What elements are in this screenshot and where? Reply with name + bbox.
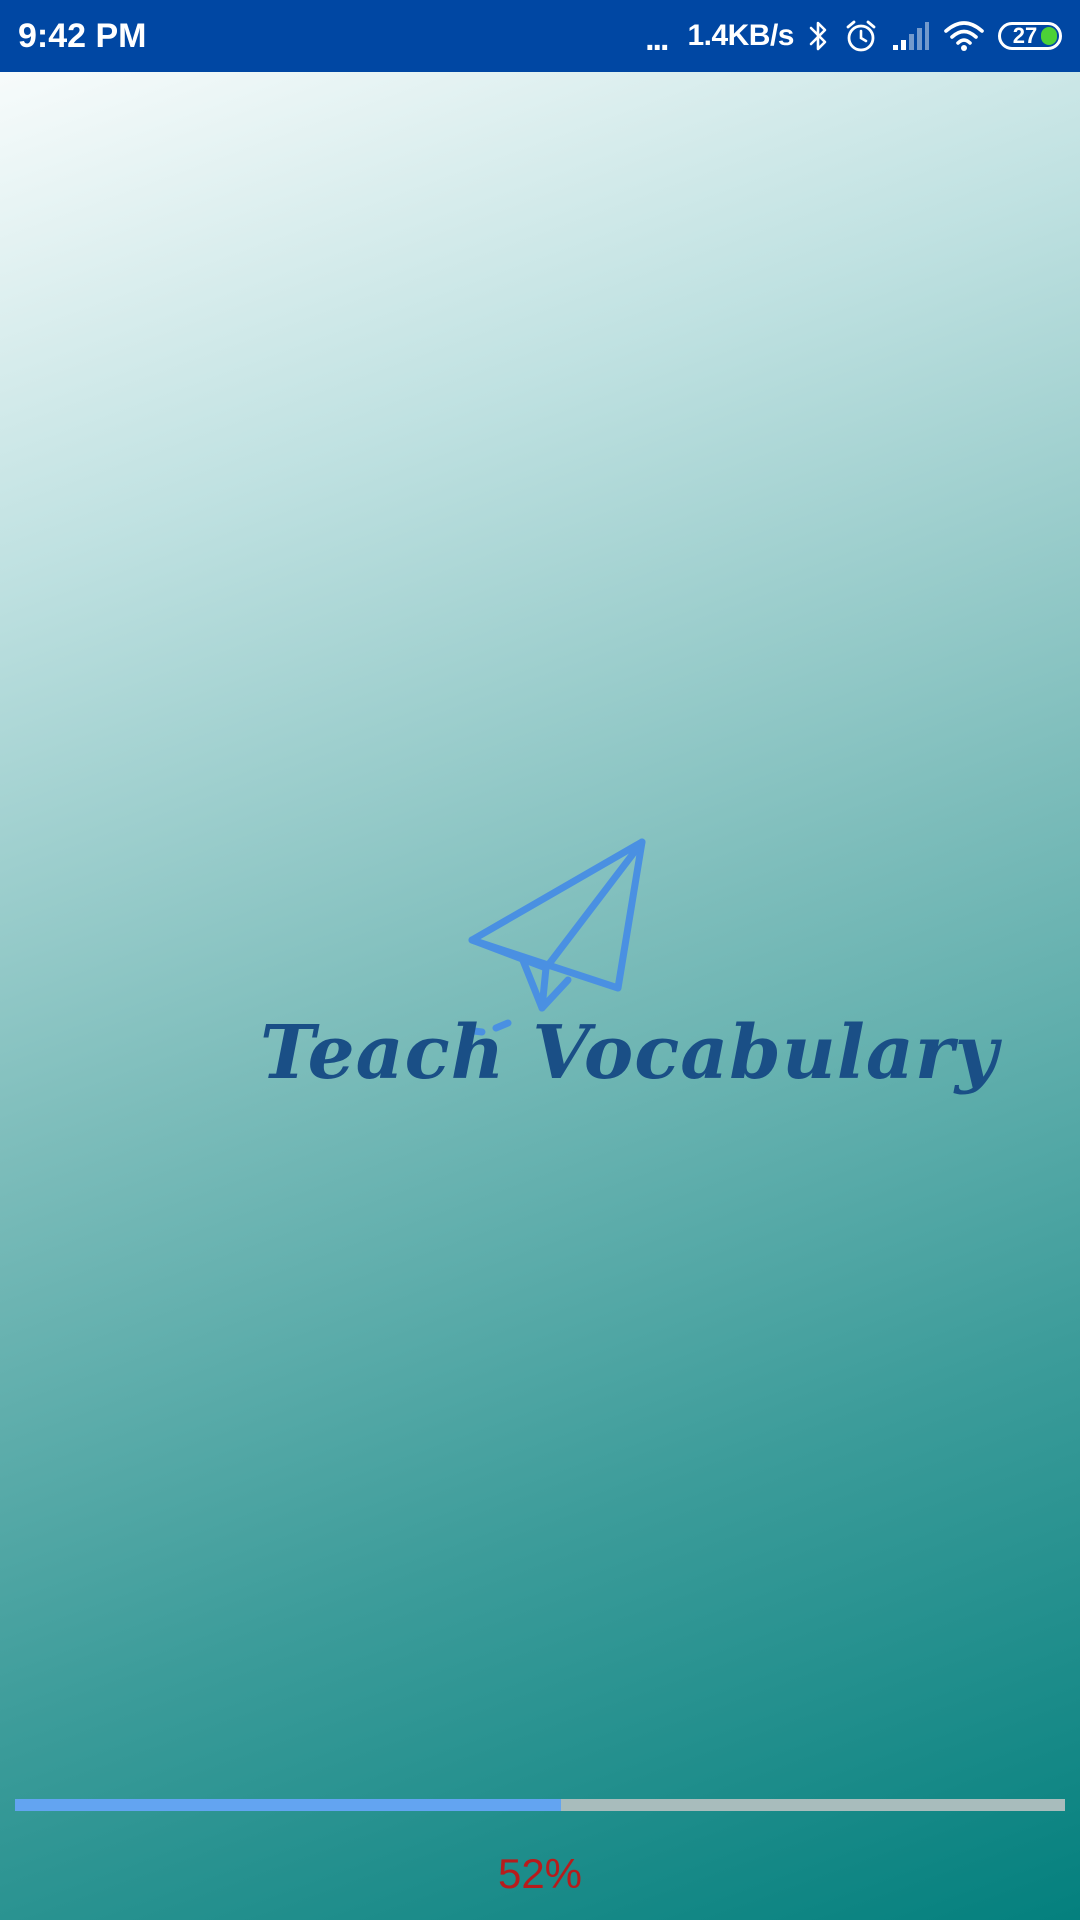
paper-plane-icon <box>462 838 646 1036</box>
loading-percent: 52% <box>497 1850 583 1897</box>
battery-level: 27 <box>1012 23 1038 48</box>
app-logo: Teach Vocabulary <box>260 830 999 1150</box>
bluetooth-icon <box>808 19 830 53</box>
battery-charge-indicator <box>1041 27 1057 45</box>
signal-icon <box>892 21 930 51</box>
app-name: Teach Vocabulary <box>260 1010 999 1096</box>
splash-screen: 9:42 PM ... 1.4KB/s 27 Teach Vocabulary … <box>0 0 1080 1920</box>
wifi-icon <box>944 20 984 52</box>
status-icons: ... 1.4KB/s 27 <box>645 16 1062 56</box>
battery-icon: 27 <box>998 22 1062 50</box>
status-time: 9:42 PM <box>18 16 147 55</box>
network-speed: 1.4KB/s <box>687 19 794 52</box>
loading-progress-bar <box>15 1799 1065 1811</box>
more-notifications-icon: ... <box>645 20 669 58</box>
alarm-icon <box>844 19 878 53</box>
status-bar: 9:42 PM ... 1.4KB/s 27 <box>0 0 1080 72</box>
loading-progress-fill <box>15 1799 561 1811</box>
